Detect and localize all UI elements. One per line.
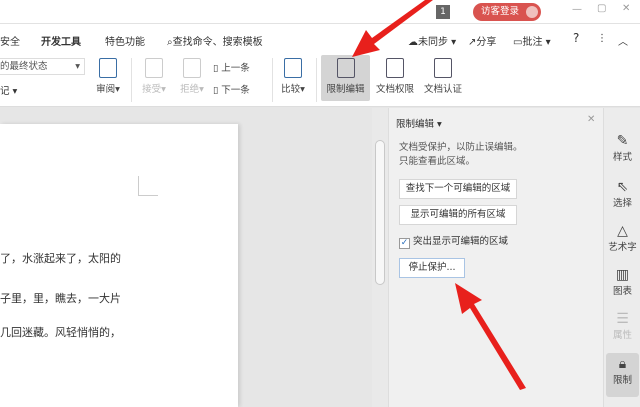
- arrow-to-restrict-edit: [352, 0, 433, 57]
- annotation-arrows: [352, 0, 526, 390]
- arrow-to-stop-protection: [455, 283, 526, 390]
